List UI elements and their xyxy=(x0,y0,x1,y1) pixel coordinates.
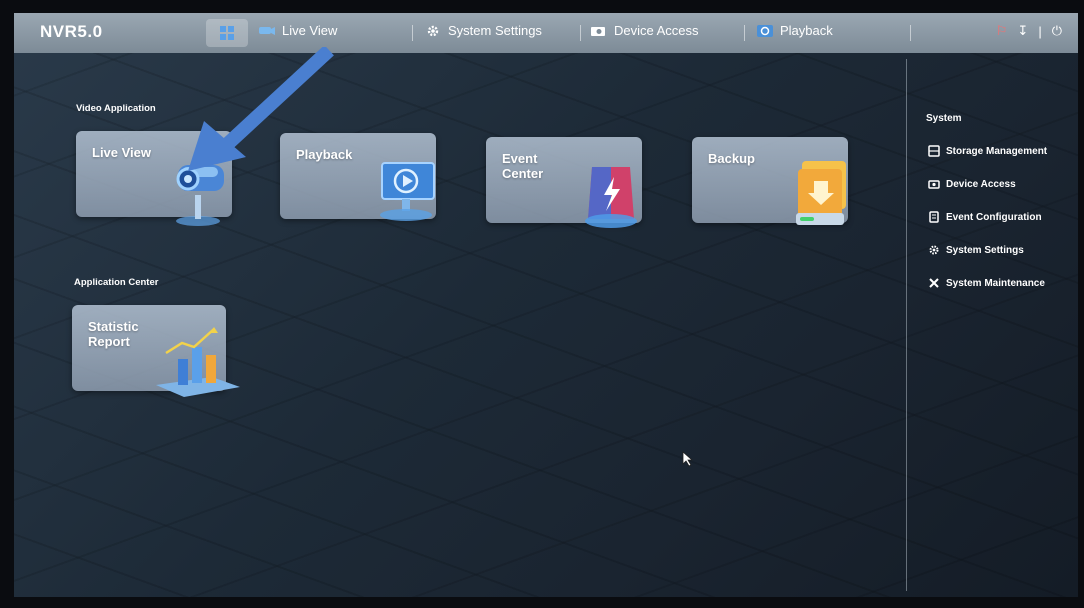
menu-label: System Settings xyxy=(946,244,1024,256)
panel-divider xyxy=(906,59,907,591)
tab-device-access[interactable]: Device Access xyxy=(590,23,699,38)
section-application-center: Application Center xyxy=(74,277,159,288)
pointer-arrow-icon xyxy=(188,47,334,171)
tile-statistic-report[interactable]: Statistic Report xyxy=(72,305,240,397)
mouse-cursor-icon xyxy=(682,451,694,467)
nvr-screen: NVR5.0 Live View System Settings Device … xyxy=(14,13,1078,597)
tab-label: System Settings xyxy=(448,23,542,38)
bar-chart-icon xyxy=(156,327,240,397)
menu-label: Event Configuration xyxy=(946,211,1042,223)
menu-label: System Maintenance xyxy=(946,277,1045,289)
divider xyxy=(744,25,745,41)
playback-icon xyxy=(757,24,773,37)
brand-logo: NVR5.0 xyxy=(40,22,103,41)
menu-storage-management[interactable]: Storage Management xyxy=(928,145,1047,157)
camera-icon xyxy=(259,26,275,35)
divider: | xyxy=(1038,23,1042,39)
home-tab[interactable] xyxy=(206,19,248,47)
menu-label: Device Access xyxy=(946,178,1016,190)
tab-label: Device Access xyxy=(614,23,699,38)
gear-icon xyxy=(929,245,939,255)
menu-system-settings[interactable]: System Settings xyxy=(928,244,1024,256)
divider xyxy=(412,25,413,41)
gear-icon xyxy=(427,25,439,36)
power-icon[interactable]: ⏻ xyxy=(1052,23,1062,39)
storage-icon xyxy=(928,145,940,157)
menu-label: Storage Management xyxy=(946,145,1048,157)
tile-label: Statistic Report xyxy=(88,319,139,349)
home-grid-icon xyxy=(220,26,234,40)
divider xyxy=(580,25,581,41)
tab-label: Playback xyxy=(780,23,833,38)
device-access-icon xyxy=(928,180,940,189)
alarm-siren-icon xyxy=(585,167,637,228)
tile-label: Backup xyxy=(708,151,755,166)
alarm-icon[interactable]: ⚐ xyxy=(996,23,1008,39)
download-icon[interactable]: ↧ xyxy=(1017,23,1028,39)
system-icons: ⚐ ↧ | ⏻ xyxy=(996,23,1062,39)
tile-event-center[interactable]: Event Center xyxy=(486,137,642,228)
monitor-play-icon xyxy=(380,162,435,221)
section-video-application: Video Application xyxy=(76,103,156,114)
tile-backup[interactable]: Backup xyxy=(692,137,848,225)
backup-folder-icon xyxy=(796,161,846,225)
divider xyxy=(910,25,911,41)
menu-system-maintenance[interactable]: System Maintenance xyxy=(928,277,1045,289)
menu-event-configuration[interactable]: Event Configuration xyxy=(928,211,1042,223)
tile-label: Event Center xyxy=(502,151,544,181)
tab-system-settings[interactable]: System Settings xyxy=(424,23,542,38)
device-icon xyxy=(591,26,605,36)
tab-label: Live View xyxy=(282,23,338,38)
event-config-icon xyxy=(929,211,939,223)
tools-icon xyxy=(929,278,939,288)
tile-label: Live View xyxy=(92,145,152,160)
system-panel-title: System xyxy=(926,113,962,124)
top-bar: NVR5.0 Live View System Settings Device … xyxy=(14,13,1078,53)
tab-live-view[interactable]: Live View xyxy=(258,23,337,38)
menu-device-access[interactable]: Device Access xyxy=(928,178,1016,190)
tab-playback[interactable]: Playback xyxy=(756,23,833,38)
